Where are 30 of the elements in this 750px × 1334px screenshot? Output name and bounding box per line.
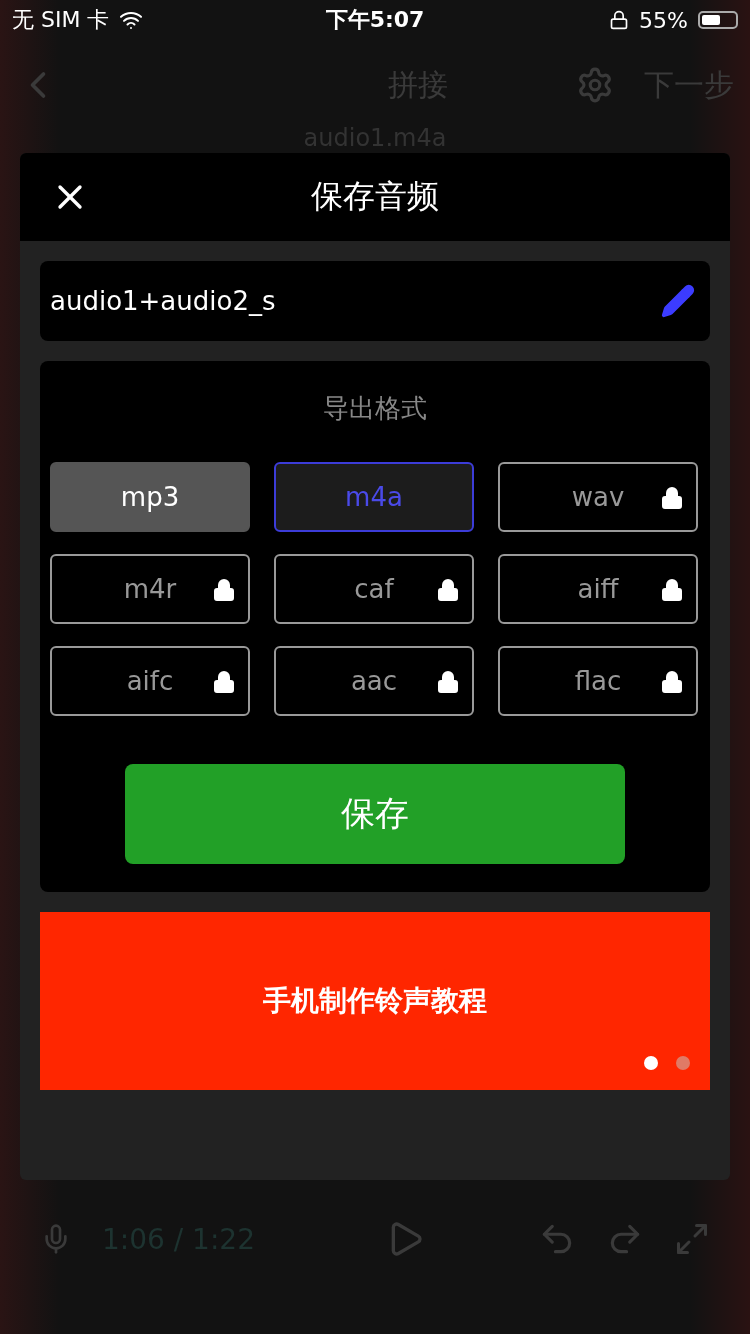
pencil-icon[interactable] [660,283,696,319]
format-option[interactable]: mp3 [50,462,250,532]
format-option[interactable]: aac [274,646,474,716]
lock-icon [436,578,460,602]
format-option[interactable]: aifc [50,646,250,716]
banner-title: 手机制作铃声教程 [263,983,487,1019]
lock-icon [212,578,236,602]
tutorial-banner[interactable]: 手机制作铃声教程 [40,912,710,1090]
format-option[interactable]: flac [498,646,698,716]
lock-icon [660,486,684,510]
file-name-field[interactable]: audio1+audio2_s [40,261,710,341]
dialog-title: 保存音频 [311,176,439,217]
battery-icon [698,11,738,29]
format-option[interactable]: m4r [50,554,250,624]
format-option[interactable]: wav [498,462,698,532]
lock-icon [212,670,236,694]
clock: 下午5:07 [325,6,425,34]
carrier-label: 无 SIM 卡 [12,6,110,34]
page-dot[interactable] [644,1056,658,1070]
file-name: audio1+audio2_s [50,286,276,316]
page-dot[interactable] [676,1056,690,1070]
settings-icon[interactable] [576,66,614,104]
format-heading: 导出格式 [323,392,427,425]
lock-icon [436,670,460,694]
lock-icon [660,670,684,694]
lock-icon [660,578,684,602]
format-option[interactable]: aiff [498,554,698,624]
format-option[interactable]: caf [274,554,474,624]
battery-percent: 55% [639,7,688,33]
expand-icon[interactable] [674,1221,710,1257]
